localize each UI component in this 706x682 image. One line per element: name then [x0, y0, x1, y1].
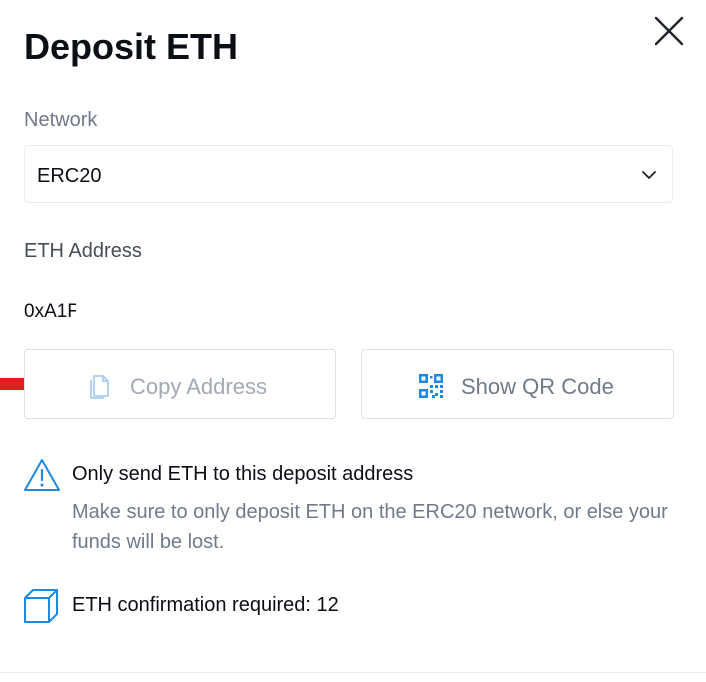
- close-button[interactable]: [650, 12, 688, 50]
- network-label: Network: [24, 109, 98, 131]
- close-icon: [654, 16, 684, 46]
- address-label: ETH Address: [24, 240, 142, 262]
- chevron-down-icon: [642, 171, 656, 179]
- cube-icon: [24, 589, 58, 623]
- network-select[interactable]: ERC20: [24, 145, 673, 203]
- show-qr-code-label: Show QR Code: [461, 374, 614, 399]
- confirmation-requirement: ETH confirmation required: 12: [72, 594, 339, 616]
- address-value: 0xA1F: [24, 301, 76, 322]
- copy-address-button[interactable]: Copy Address: [24, 349, 336, 419]
- copy-icon: [90, 375, 109, 399]
- copy-address-label: Copy Address: [130, 374, 267, 399]
- warning-title: Only send ETH to this deposit address: [72, 463, 414, 485]
- network-selected-value: ERC20: [37, 165, 102, 187]
- divider: [0, 672, 706, 673]
- show-qr-code-button[interactable]: Show QR Code: [361, 349, 674, 419]
- warning-body: Make sure to only deposit ETH on the ERC…: [72, 501, 668, 553]
- modal-title: Deposit ETH: [24, 26, 239, 67]
- warning-triangle-icon: [24, 459, 60, 491]
- qr-code-icon: [419, 374, 443, 398]
- deposit-modal: Deposit ETH Network ERC20 ETH Address 0x…: [0, 0, 706, 682]
